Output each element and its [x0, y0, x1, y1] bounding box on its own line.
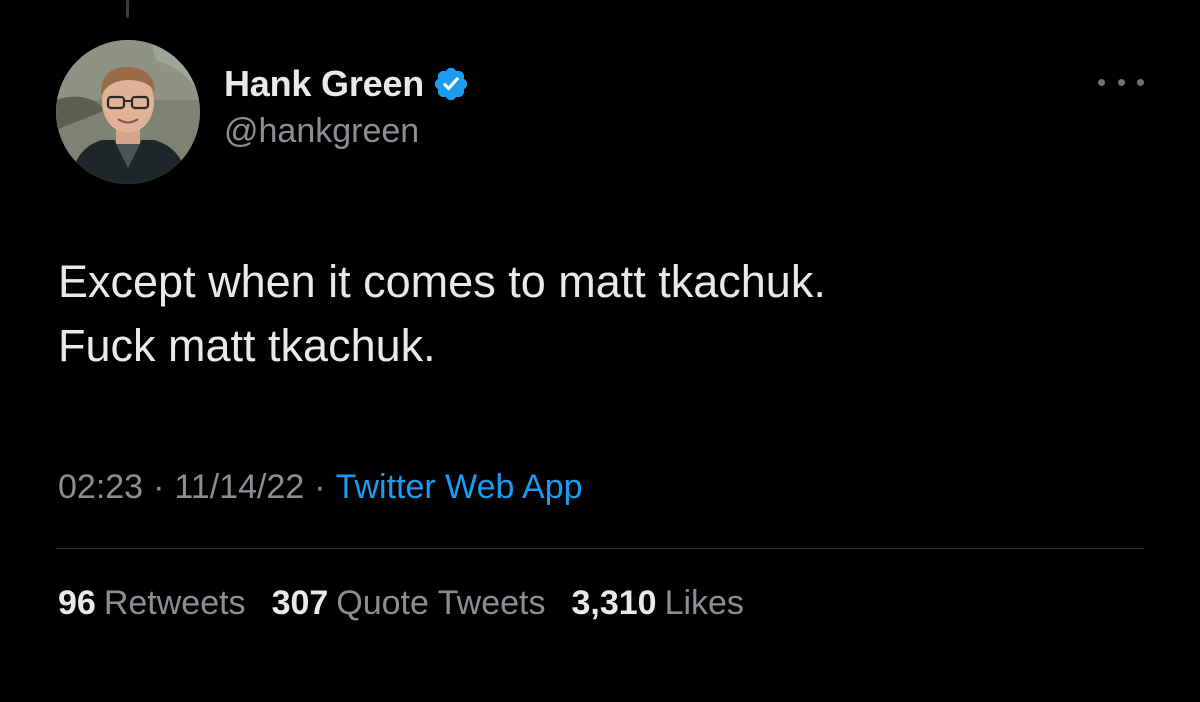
- verified-badge-icon: [434, 67, 468, 101]
- tweet-text: Except when it comes to matt tkachuk. Fu…: [58, 250, 1148, 378]
- tweet-text-line: Except when it comes to matt tkachuk.: [58, 256, 826, 307]
- tweet-time[interactable]: 02:23: [58, 468, 143, 506]
- source-link[interactable]: Twitter Web App: [336, 468, 583, 506]
- tweet-date[interactable]: 11/14/22: [174, 468, 304, 506]
- retweets-stat[interactable]: 96 Retweets: [58, 584, 246, 623]
- quote-tweets-stat[interactable]: 307 Quote Tweets: [272, 584, 546, 623]
- more-dot: [1137, 78, 1144, 86]
- separator-dot: ·: [314, 468, 326, 506]
- likes-label: Likes: [664, 584, 744, 622]
- divider: [56, 548, 1144, 549]
- more-dot: [1117, 78, 1125, 86]
- quote-tweets-label: Quote Tweets: [336, 584, 546, 622]
- user-handle[interactable]: @hankgreen: [224, 112, 470, 151]
- more-dot: [1098, 78, 1105, 86]
- engagement-stats: 96 Retweets 307 Quote Tweets 3,310 Likes: [58, 584, 770, 623]
- avatar[interactable]: [56, 40, 200, 184]
- display-name[interactable]: Hank Green: [224, 63, 424, 105]
- likes-stat[interactable]: 3,310 Likes: [571, 584, 743, 623]
- separator-dot: ·: [153, 468, 165, 506]
- thread-connector-line: [126, 0, 129, 18]
- retweets-count: 96: [58, 584, 96, 622]
- quote-tweets-count: 307: [271, 584, 329, 622]
- avatar-photo: [56, 40, 200, 184]
- likes-count: 3,310: [571, 584, 657, 622]
- tweet-text-line: Fuck matt tkachuk.: [58, 320, 436, 371]
- tweet-metadata: 02:23 · 11/14/22 · Twitter Web App: [58, 468, 583, 507]
- retweets-label: Retweets: [103, 584, 246, 622]
- more-options-icon[interactable]: [1098, 70, 1144, 94]
- author-info: Hank Green @hankgreen: [224, 62, 470, 151]
- name-row: Hank Green: [224, 62, 470, 106]
